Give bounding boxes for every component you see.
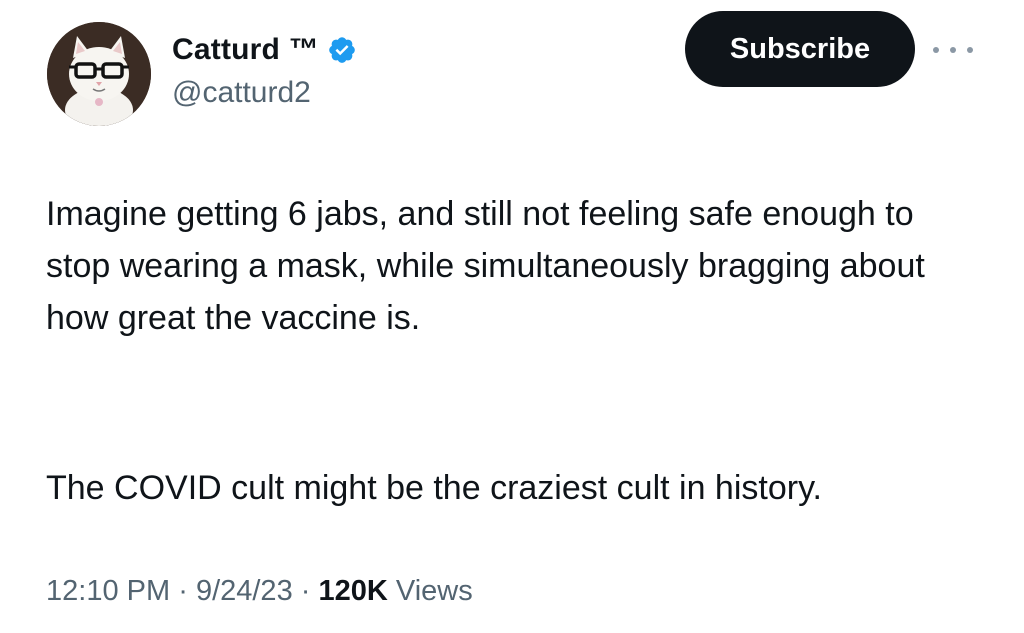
more-dot <box>950 47 956 53</box>
tweet-time[interactable]: 12:10 PM <box>46 575 170 607</box>
tweet-meta: 12:10 PM · 9/24/23 · 120K Views <box>46 575 473 608</box>
cat-with-glasses-avatar-icon <box>47 22 151 126</box>
more-dot <box>933 47 939 53</box>
tweet-date[interactable]: 9/24/23 <box>196 575 293 607</box>
author-block: Catturd ™ @catturd2 <box>172 30 357 110</box>
meta-separator: · <box>178 575 188 607</box>
tweet-card: Catturd ™ @catturd2 Subscribe Imagine ge… <box>0 0 1024 633</box>
verified-badge-icon[interactable] <box>327 35 357 65</box>
tweet-text-2: The COVID cult might be the craziest cul… <box>46 462 1006 514</box>
name-row: Catturd ™ <box>172 30 357 70</box>
more-dot <box>967 47 973 53</box>
meta-separator: · <box>300 575 311 607</box>
views-label: Views <box>395 575 473 607</box>
handle[interactable]: @catturd2 <box>172 76 357 110</box>
views-count[interactable]: 120K <box>319 575 388 607</box>
display-name[interactable]: Catturd ™ <box>172 33 319 67</box>
tweet-paragraph-1: Imagine getting 6 jabs, and still not fe… <box>46 195 925 337</box>
more-options-icon[interactable] <box>933 40 973 60</box>
tweet-text: Imagine getting 6 jabs, and still not fe… <box>46 188 986 344</box>
subscribe-button[interactable]: Subscribe <box>685 11 915 87</box>
avatar[interactable] <box>47 22 151 126</box>
tweet-paragraph-2: The COVID cult might be the craziest cul… <box>46 469 822 507</box>
